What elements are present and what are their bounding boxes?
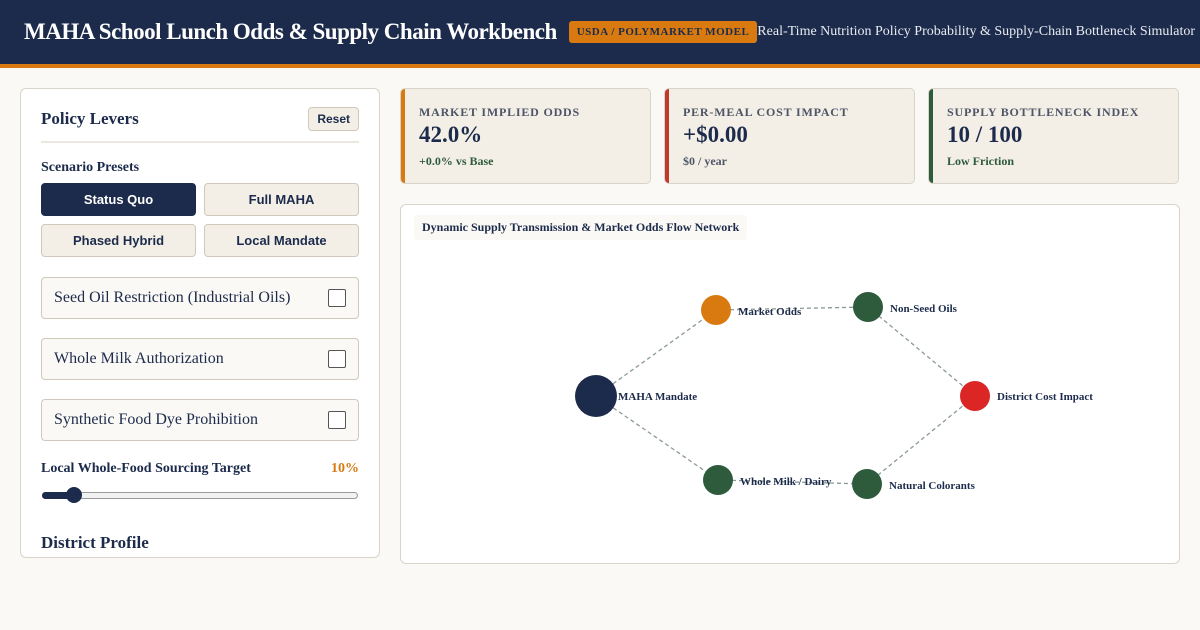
reset-button[interactable]: Reset [308, 107, 359, 131]
header-accent-bar [0, 64, 1200, 68]
scenario-presets: Status Quo Full MAHA Phased Hybrid Local… [41, 183, 359, 257]
node-label-mandate: MAHA Mandate [618, 391, 697, 403]
node-mandate[interactable] [575, 375, 617, 417]
node-label-oils: Non-Seed Oils [890, 303, 958, 315]
edge-oils-impact [867, 306, 976, 397]
edge-mandate-odds [595, 309, 717, 397]
panel-header: Policy Levers Reset [41, 107, 359, 143]
node-label-odds: Market Odds [738, 306, 802, 318]
app-title: MAHA School Lunch Odds & Supply Chain Wo… [24, 19, 557, 44]
flow-network-graph: MAHA Mandate Market Odds Non-Seed Oils Whol… [575, 292, 1093, 499]
node-milk[interactable] [703, 465, 733, 495]
toggle-label: Whole Milk Authorization [54, 350, 224, 367]
card-label: SUPPLY BOTTLENECK INDEX [947, 105, 1140, 119]
slider-thumb[interactable] [65, 487, 82, 503]
preset-status-quo-button[interactable]: Status Quo [41, 183, 196, 216]
toggle-synthetic-dye-prohibition[interactable]: Synthetic Food Dye Prohibition [41, 399, 359, 441]
bottleneck-index-card: SUPPLY BOTTLENECK INDEX 10 / 100 Low Fri… [928, 88, 1179, 184]
node-label-colorants: Natural Colorants [889, 480, 976, 492]
card-value: +$0.00 [683, 122, 748, 147]
cost-impact-card: PER-MEAL COST IMPACT +$0.00 $0 / year [664, 88, 915, 184]
card-subtext: +0.0% vs Base [419, 154, 494, 168]
flow-network-panel: MAHA Mandate Market Odds Non-Seed Oils Whol… [400, 204, 1180, 564]
slider-track [42, 492, 358, 499]
policy-levers-panel: Policy Levers Reset Scenario Presets Sta… [20, 88, 380, 558]
node-label-milk: Whole Milk / Dairy [740, 476, 832, 488]
card-label: PER-MEAL COST IMPACT [683, 105, 849, 119]
card-accent-strip [665, 89, 669, 183]
preset-phased-hybrid-button[interactable]: Phased Hybrid [41, 224, 196, 257]
card-value: 10 / 100 [947, 122, 1023, 147]
card-accent-strip [929, 89, 933, 183]
preset-full-maha-button[interactable]: Full MAHA [204, 183, 359, 216]
seed-oil-checkbox[interactable] [328, 289, 346, 307]
node-odds[interactable] [701, 295, 731, 325]
card-label: MARKET IMPLIED ODDS [419, 105, 580, 119]
sourcing-target-value: 10% [331, 461, 359, 476]
edge-colorants-impact [866, 395, 976, 485]
card-subtext: $0 / year [683, 154, 727, 168]
card-subtext: Low Friction [947, 154, 1014, 168]
node-impact[interactable] [960, 381, 990, 411]
whole-milk-checkbox[interactable] [328, 350, 346, 368]
node-oils[interactable] [853, 292, 883, 322]
app-subtitle: Real-Time Nutrition Policy Probability &… [757, 24, 1196, 39]
sourcing-target-slider[interactable] [41, 487, 359, 503]
toggle-whole-milk-authorization[interactable]: Whole Milk Authorization [41, 338, 359, 380]
node-colorants[interactable] [852, 469, 882, 499]
food-dye-checkbox[interactable] [328, 411, 346, 429]
edge-mandate-milk [595, 395, 719, 481]
panel-title: Policy Levers [41, 109, 139, 128]
node-label-impact: District Cost Impact [997, 391, 1093, 403]
sourcing-target-label: Local Whole-Food Sourcing Target [41, 461, 251, 476]
market-odds-card: MARKET IMPLIED ODDS 42.0% +0.0% vs Base [400, 88, 651, 184]
card-value: 42.0% [419, 122, 483, 147]
district-profile-heading: District Profile [41, 533, 149, 552]
toggle-label: Seed Oil Restriction (Industrial Oils) [54, 289, 291, 306]
sourcing-target-header: Local Whole-Food Sourcing Target 10% [41, 461, 359, 477]
app-header: MAHA School Lunch Odds & Supply Chain Wo… [0, 0, 1200, 64]
preset-local-mandate-button[interactable]: Local Mandate [204, 224, 359, 257]
toggle-label: Synthetic Food Dye Prohibition [54, 411, 258, 428]
network-title: Dynamic Supply Transmission & Market Odd… [414, 215, 748, 240]
card-accent-strip [401, 89, 405, 183]
scenario-presets-label: Scenario Presets [41, 160, 140, 175]
model-badge: USDA / POLYMARKET MODEL [568, 21, 758, 43]
toggle-seed-oil-restriction[interactable]: Seed Oil Restriction (Industrial Oils) [41, 277, 359, 319]
